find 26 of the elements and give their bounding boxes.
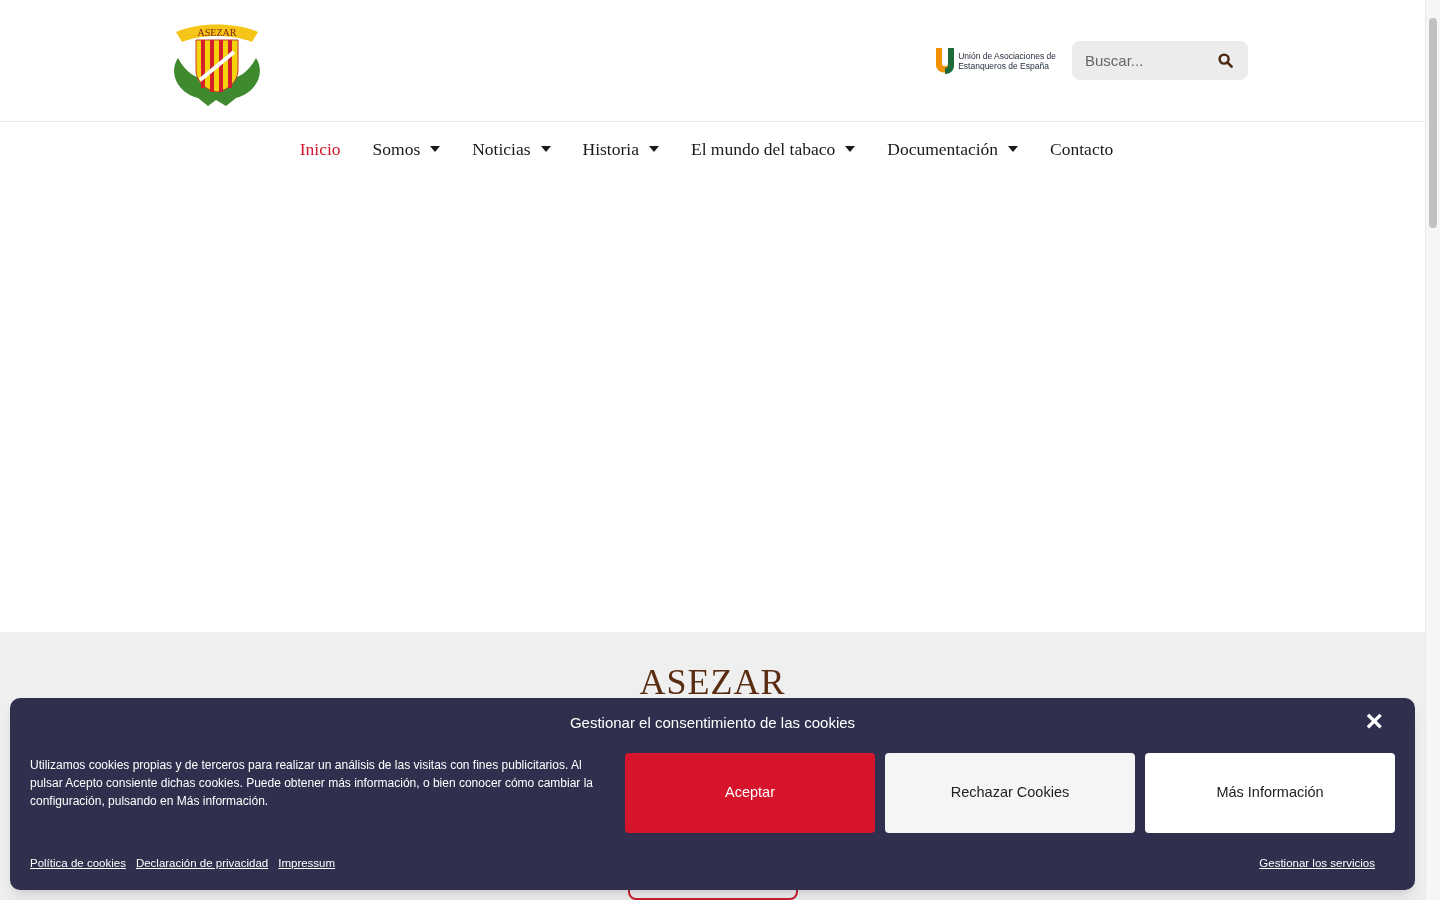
nav-link[interactable]: Contacto	[1034, 135, 1130, 163]
section-heading: ASEZAR	[639, 662, 786, 702]
nav-link[interactable]: Inicio	[283, 135, 357, 163]
cookie-button[interactable]: Más Información	[1145, 753, 1395, 833]
partner-logo-text: Unión de Asociaciones de	[958, 50, 1056, 61]
nav-link[interactable]: Somos	[356, 135, 457, 163]
policy-link[interactable]: Política de cookies	[30, 855, 126, 873]
partner-logo-text: Estanqueros de España	[958, 60, 1050, 71]
policy-link[interactable]: Declaración de privacidad	[135, 855, 269, 873]
nav-link[interactable]: Historia	[566, 135, 675, 163]
nav-link[interactable]: Documentación	[871, 135, 1035, 163]
cookie-button[interactable]: Rechazar Cookies	[885, 753, 1135, 833]
partner-logo-icon	[936, 47, 955, 74]
search-field[interactable]: Buscar...	[1072, 41, 1248, 80]
nav-link[interactable]: El mundo del tabaco	[674, 135, 872, 163]
policy-link[interactable]: Impressum	[278, 855, 336, 873]
scrollbar[interactable]	[1425, 0, 1440, 900]
manage-services-link[interactable]: Gestionar los servicios	[1259, 855, 1375, 873]
cookie-button[interactable]: Aceptar	[625, 753, 875, 833]
banner-message: Utilizamos cookies propias y de terceros para realizar un análisis de las visitas con fines publicitarios. Al pulsar Acepto consiente dichas cookies. Puede obtener más información, o bien conocer cómo cambiar la configuración, pulsando en Más información.	[30, 757, 594, 810]
logo[interactable]: ASEZAR	[168, 17, 266, 108]
partner-logo[interactable]: Unión de Asociaciones de Estanqueros de España	[936, 47, 1056, 74]
nav-link[interactable]: Noticias	[456, 135, 567, 163]
banner-title: Gestionar el consentimiento de las cookies	[569, 712, 856, 733]
close-button[interactable]: ×	[1365, 706, 1383, 736]
search-icon[interactable]	[1218, 53, 1233, 68]
